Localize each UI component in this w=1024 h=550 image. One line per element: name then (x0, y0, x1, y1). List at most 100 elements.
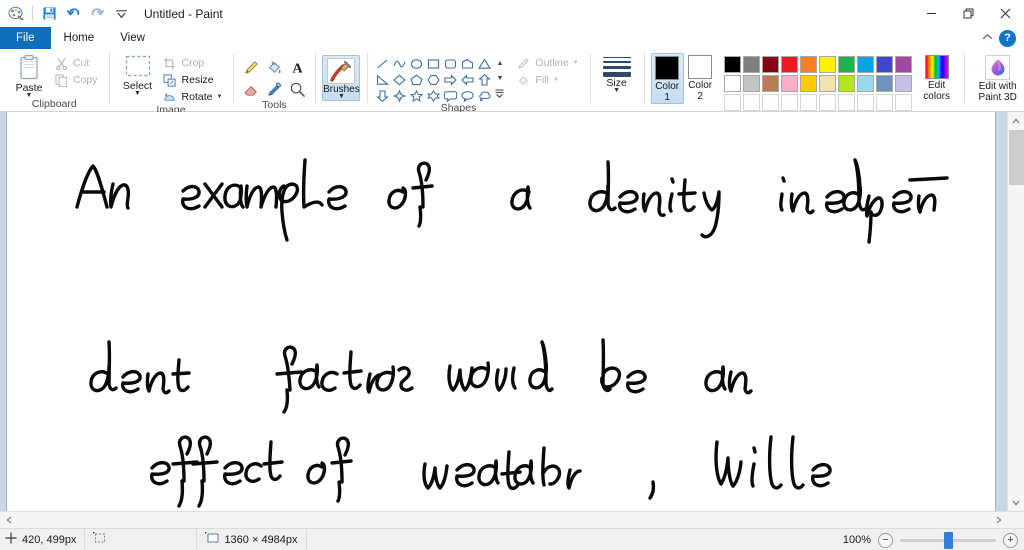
shapes-scroll-up-icon[interactable]: ▲ (494, 56, 505, 70)
shape-right-arrow-icon[interactable] (442, 72, 458, 87)
select-dropdown-icon[interactable]: ▼ (134, 90, 141, 97)
shape-oval-icon[interactable] (408, 56, 424, 71)
edit-colors-button[interactable]: Edit colors (917, 53, 957, 102)
palette-swatch[interactable] (875, 56, 893, 73)
palette-swatch[interactable] (742, 75, 760, 92)
palette-swatch[interactable] (894, 56, 912, 73)
minimize-button[interactable] (913, 0, 950, 27)
shape-pentagon-icon[interactable] (408, 72, 424, 87)
palette-swatch-empty[interactable] (894, 94, 912, 111)
tab-home[interactable]: Home (51, 27, 108, 49)
palette-swatch[interactable] (723, 56, 741, 73)
scroll-left-icon[interactable] (0, 512, 17, 529)
text-tool[interactable]: A (286, 57, 308, 78)
rotate-button[interactable]: Rotate ▼ (160, 89, 227, 105)
palette-swatch[interactable] (875, 75, 893, 92)
shape-diamond-icon[interactable] (391, 72, 407, 87)
palette-swatch-empty[interactable] (818, 94, 836, 111)
copy-button[interactable]: Copy (51, 72, 102, 88)
palette-swatch[interactable] (894, 75, 912, 92)
color2-button[interactable]: Color 2 (684, 53, 717, 102)
palette-swatch-empty[interactable] (837, 94, 855, 111)
redo-icon[interactable] (86, 3, 108, 25)
scroll-right-icon[interactable] (990, 512, 1007, 529)
resize-button[interactable]: Resize (160, 72, 227, 88)
zoom-in-button[interactable]: + (1003, 532, 1018, 548)
tab-file[interactable]: File (0, 27, 51, 49)
magnifier-tool[interactable] (286, 79, 308, 100)
edit-with-paint3d-button[interactable]: Edit with Paint 3D (971, 53, 1024, 103)
outline-dropdown-icon[interactable]: ▼ (573, 60, 579, 66)
select-button[interactable]: Select ▼ (116, 53, 160, 97)
palette-swatch-empty[interactable] (856, 94, 874, 111)
scroll-up-icon[interactable] (1008, 112, 1024, 129)
shape-five-point-star-icon[interactable] (408, 88, 424, 103)
palette-swatch-empty[interactable] (723, 94, 741, 111)
palette-swatch[interactable] (837, 75, 855, 92)
color1-button[interactable]: Color 1 (650, 53, 684, 104)
shape-left-arrow-icon[interactable] (459, 72, 475, 87)
shape-right-triangle-icon[interactable] (374, 72, 390, 87)
pencil-tool[interactable] (240, 57, 262, 78)
color-picker-tool[interactable] (263, 79, 285, 100)
shape-hexagon-icon[interactable] (425, 72, 441, 87)
shapes-expand-icon[interactable] (494, 86, 505, 100)
zoom-slider-thumb[interactable] (944, 531, 953, 549)
shape-curve-icon[interactable] (391, 56, 407, 71)
fill-button[interactable]: Fill ▼ (513, 72, 582, 88)
palette-swatch[interactable] (799, 56, 817, 73)
shape-rounded-rectangle-icon[interactable] (442, 56, 458, 71)
shape-down-arrow-icon[interactable] (374, 88, 390, 103)
palette-swatch-empty[interactable] (799, 94, 817, 111)
rotate-dropdown-icon[interactable]: ▼ (216, 94, 222, 100)
palette-swatch[interactable] (856, 75, 874, 92)
palette-swatch[interactable] (761, 75, 779, 92)
palette-swatch[interactable] (723, 75, 741, 92)
cut-button[interactable]: Cut (51, 55, 102, 71)
vertical-scroll-thumb[interactable] (1009, 130, 1024, 185)
palette-swatch-empty[interactable] (761, 94, 779, 111)
zoom-out-button[interactable]: − (878, 532, 893, 548)
palette-swatch-empty[interactable] (742, 94, 760, 111)
eraser-tool[interactable] (240, 79, 262, 100)
fill-dropdown-icon[interactable]: ▼ (553, 77, 559, 83)
palette-swatch-empty[interactable] (875, 94, 893, 111)
palette-swatch[interactable] (780, 75, 798, 92)
tab-view[interactable]: View (107, 27, 158, 49)
collapse-ribbon-icon[interactable] (982, 33, 993, 43)
close-button[interactable] (987, 0, 1024, 27)
palette-swatch[interactable] (780, 56, 798, 73)
size-dropdown-icon[interactable]: ▼ (613, 87, 620, 94)
shape-polygon-icon[interactable] (459, 56, 475, 71)
shape-oval-callout-icon[interactable] (459, 88, 475, 103)
palette-swatch[interactable] (818, 75, 836, 92)
palette-swatch[interactable] (856, 56, 874, 73)
outline-button[interactable]: Outline ▼ (513, 55, 582, 71)
shape-line-icon[interactable] (374, 56, 390, 71)
shape-triangle-icon[interactable] (476, 56, 492, 71)
paste-button[interactable]: Paste ▼ (7, 53, 51, 99)
shapes-scroll-down-icon[interactable]: ▼ (494, 71, 505, 85)
paint-app-icon[interactable] (5, 3, 27, 25)
palette-swatch[interactable] (837, 56, 855, 73)
drawing-canvas[interactable] (7, 112, 995, 511)
horizontal-scrollbar[interactable] (0, 511, 1024, 529)
help-button[interactable]: ? (999, 29, 1016, 47)
undo-icon[interactable] (62, 3, 84, 25)
shape-four-point-star-icon[interactable] (391, 88, 407, 103)
palette-swatch[interactable] (818, 56, 836, 73)
fill-with-color-tool[interactable] (263, 57, 285, 78)
customize-qat-icon[interactable] (110, 3, 132, 25)
size-button[interactable]: Size ▼ (597, 53, 637, 94)
save-icon[interactable] (38, 3, 60, 25)
restore-button[interactable] (950, 0, 987, 27)
brushes-button[interactable]: Brushes ▼ (322, 55, 361, 101)
palette-swatch-empty[interactable] (780, 94, 798, 111)
shape-rectangle-icon[interactable] (425, 56, 441, 71)
shape-six-point-star-icon[interactable] (425, 88, 441, 103)
shape-rounded-callout-icon[interactable] (442, 88, 458, 103)
palette-swatch[interactable] (799, 75, 817, 92)
scroll-down-icon[interactable] (1008, 494, 1024, 511)
palette-swatch[interactable] (761, 56, 779, 73)
crop-button[interactable]: Crop (160, 55, 227, 71)
